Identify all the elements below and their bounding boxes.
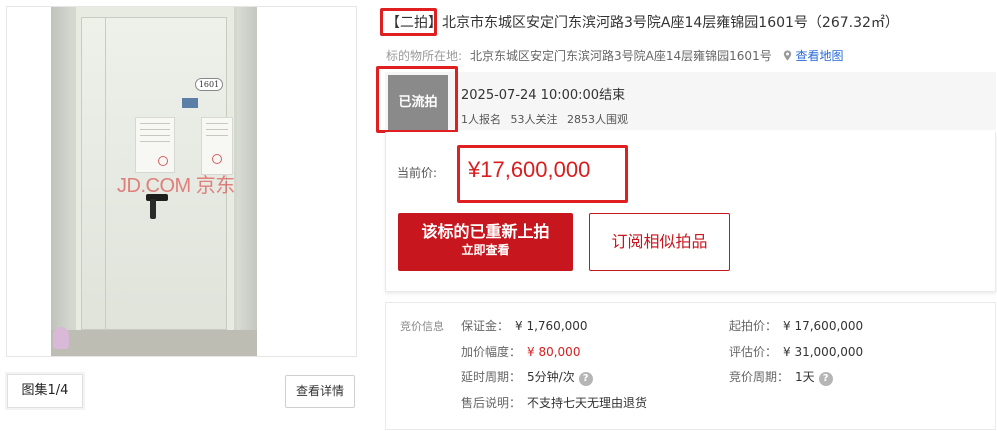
deposit-row: 保证金： ¥ 1,760,000 [461, 317, 588, 334]
delay-value: 5分钟/次 [527, 370, 575, 384]
end-time: 2025-07-24 10:00:00结束 [461, 88, 626, 103]
relisted-view-button[interactable]: 该标的已重新上拍 立即查看 [398, 213, 573, 271]
viewer-count: 2853人围观 [567, 113, 628, 126]
after-sale-value: 不支持七天无理由退货 [527, 396, 648, 410]
map-pin-icon [783, 50, 791, 61]
view-details-button[interactable]: 查看详情 [285, 375, 355, 408]
appraisal-value: ¥ 31,000,000 [783, 345, 864, 359]
bid-info-title: 竞价信息 [400, 320, 444, 333]
auction-stats: 1人报名 53人关注 2853人围观 [461, 111, 634, 127]
status-highlight [376, 66, 458, 133]
photo-gallery[interactable]: 1601 JD.COM 京东 [6, 6, 357, 357]
delay-row: 延时周期： 5分钟/次? [461, 368, 593, 386]
after-sale-label: 售后说明： [461, 396, 522, 410]
door-lock [150, 199, 156, 219]
bid-period-row: 竞价周期： 1天? [729, 368, 833, 386]
start-price-value: ¥ 17,600,000 [783, 319, 864, 333]
door-number-plate: 1601 [195, 78, 223, 91]
start-price-row: 起拍价： ¥ 17,600,000 [729, 317, 863, 334]
main-photo[interactable]: 1601 JD.COM 京东 [51, 7, 257, 356]
signup-count: 1人报名 [461, 113, 501, 126]
price-highlight [457, 145, 628, 203]
deposit-value: ¥ 1,760,000 [515, 319, 588, 333]
view-map-link[interactable]: 查看地图 [796, 49, 844, 63]
slipper [53, 327, 69, 349]
bid-period-value: 1天 [795, 370, 815, 384]
relisted-button-title: 该标的已重新上拍 [421, 222, 550, 241]
delay-label: 延时周期： [461, 370, 522, 384]
door-sticker [182, 98, 198, 108]
posted-notice-right [201, 117, 233, 175]
posted-notice-left [135, 117, 175, 173]
address-value: 北京东城区安定门东滨河路3号院A座14层雍锦园1601号 [470, 49, 772, 63]
relisted-button-subtitle: 立即查看 [461, 243, 510, 257]
current-price-label: 当前价: [397, 166, 438, 180]
gallery-counter[interactable]: 图集1/4 [7, 374, 83, 408]
appraisal-label: 评估价： [729, 345, 778, 359]
photo-floor [51, 330, 257, 356]
increment-row: 加价幅度： ¥ 80,000 [461, 343, 580, 360]
round-tag-highlight [380, 8, 437, 36]
photo-wall-right [237, 7, 257, 356]
follower-count: 53人关注 [510, 113, 558, 126]
delay-help-icon[interactable]: ? [578, 372, 593, 386]
door-seam [105, 17, 106, 330]
listing-title-text: 北京市东城区安定门东滨河路3号院A座14层雍锦园1601号（267.32㎡） [442, 15, 899, 31]
subscribe-similar-button[interactable]: 订阅相似拍品 [589, 213, 730, 271]
bid-period-label: 竞价周期： [729, 370, 790, 384]
bid-period-help-icon[interactable]: ? [818, 372, 833, 386]
address-row: 标的物所在地: 北京东城区安定门东滨河路3号院A座14层雍锦园1601号 查看地图 [386, 47, 844, 64]
address-label: 标的物所在地: [386, 49, 463, 63]
increment-label: 加价幅度： [461, 345, 522, 359]
after-sale-row: 售后说明： 不支持七天无理由退货 [461, 394, 647, 411]
start-price-label: 起拍价： [729, 319, 778, 333]
appraisal-row: 评估价： ¥ 31,000,000 [729, 343, 863, 360]
increment-value: ¥ 80,000 [527, 345, 581, 359]
listing-title: 【二拍】北京市东城区安定门东滨河路3号院A座14层雍锦园1601号（267.32… [386, 12, 986, 34]
jd-watermark: JD.COM 京东 [117, 175, 235, 197]
photo-wall-left [51, 7, 73, 356]
deposit-label: 保证金： [461, 319, 510, 333]
